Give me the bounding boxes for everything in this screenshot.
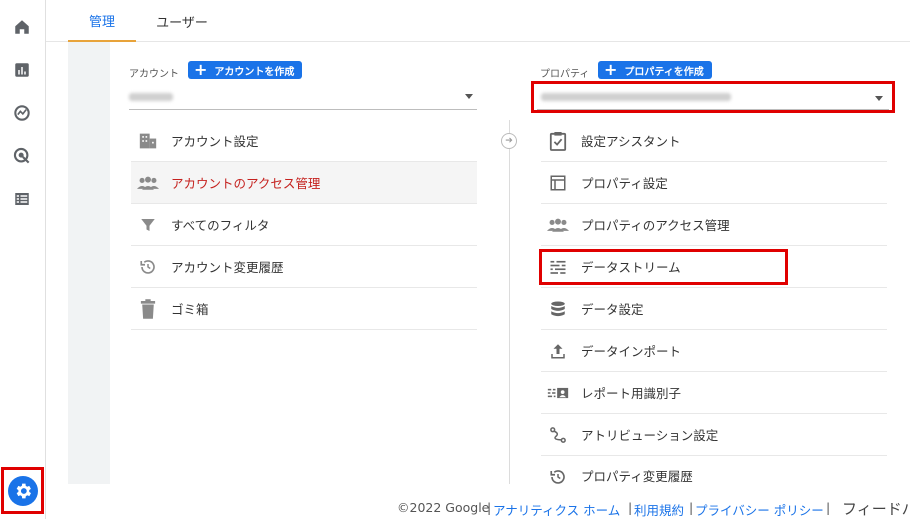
column-divider [509,120,510,484]
data-settings-item[interactable]: データ設定 [541,288,887,330]
highlight-data-streams [539,249,788,285]
account-change-history-item[interactable]: アカウント変更履歴 [131,246,477,288]
upload-icon [547,340,569,362]
checklist-icon [547,130,569,152]
feedback-link[interactable]: フィードバック [842,498,910,519]
identifier-icon [547,382,569,404]
create-property-label: プロパティを作成 [624,66,704,78]
property-column-label: プロパティ [540,69,590,80]
property-access-management-label: プロパティのアクセス管理 [581,218,730,233]
explore-icon[interactable] [10,101,34,125]
privacy-policy-link[interactable]: プライバシー ポリシー [695,500,824,519]
account-column-label: アカウント [129,69,179,80]
footer-separator: | [689,500,694,515]
footer: ©2022 Google | アナリティクス ホーム | 利用規約 | プライバ… [46,496,910,519]
setup-assistant-label: 設定アシスタント [581,134,681,149]
account-access-management-item[interactable]: アカウントのアクセス管理 [131,162,477,204]
data-import-label: データインポート [581,344,682,359]
account-settings-label: アカウント設定 [171,134,259,149]
attribution-icon [547,424,569,446]
property-settings-item[interactable]: プロパティ設定 [541,162,887,204]
tab-admin[interactable]: 管理 [68,0,136,42]
database-icon [547,298,569,320]
create-account-button[interactable]: + アカウントを作成 [188,60,303,79]
layout-icon [547,172,569,194]
people-icon [137,172,159,194]
reporting-identity-label: レポート用識別子 [581,386,682,401]
terms-link[interactable]: 利用規約 [634,500,684,519]
home-icon[interactable] [10,15,34,39]
account-change-history-label: アカウント変更履歴 [171,260,284,275]
reporting-identity-item[interactable]: レポート用識別子 [541,372,887,414]
data-settings-label: データ設定 [581,302,644,317]
footer-separator: | [487,500,492,515]
admin-settings-button[interactable] [1,467,44,514]
gear-icon [7,475,38,506]
all-filters-label: すべてのフィルタ [171,218,270,233]
plus-icon: + [194,60,208,79]
tab-user[interactable]: ユーザー [152,0,212,42]
copyright-text: ©2022 Google [397,500,490,515]
property-change-history-item[interactable]: プロパティ変更履歴 [541,456,887,486]
history-icon [137,256,159,278]
property-settings-label: プロパティ設定 [581,176,668,191]
arrow-right-icon: ➔ [501,133,517,149]
property-access-management-item[interactable]: プロパティのアクセス管理 [541,204,887,246]
trash-icon [137,298,159,320]
blurred-account-name [129,93,173,101]
building-icon [137,130,159,152]
history-icon [547,468,569,486]
footer-separator: | [826,500,831,515]
account-access-management-label: アカウントのアクセス管理 [171,176,321,191]
trash-item[interactable]: ゴミ箱 [131,288,477,330]
attribution-settings-item[interactable]: アトリビューション設定 [541,414,887,456]
people-icon [547,214,569,236]
all-filters-item[interactable]: すべてのフィルタ [131,204,477,246]
setup-assistant-item[interactable]: 設定アシスタント [541,120,887,162]
top-tab-bar: 管理 ユーザー [46,0,910,42]
reports-icon[interactable] [10,58,34,82]
left-nav-rail [0,0,46,519]
attribution-settings-label: アトリビューション設定 [581,428,719,443]
highlight-property-selector [531,81,895,113]
account-settings-item[interactable]: アカウント設定 [131,120,477,162]
data-import-item[interactable]: データインポート [541,330,887,372]
advertising-icon[interactable] [10,144,34,168]
plus-icon: + [604,60,618,79]
chevron-down-icon [465,94,473,99]
create-property-button[interactable]: + プロパティを作成 [598,61,712,79]
filter-icon [137,214,159,236]
configure-icon[interactable] [10,187,34,211]
property-change-history-label: プロパティ変更履歴 [581,469,693,484]
footer-separator: | [628,500,633,515]
trash-label: ゴミ箱 [171,302,209,317]
analytics-home-link[interactable]: アナリティクス ホーム [493,500,620,519]
create-account-label: アカウントを作成 [214,66,295,78]
account-selector[interactable] [129,86,477,110]
